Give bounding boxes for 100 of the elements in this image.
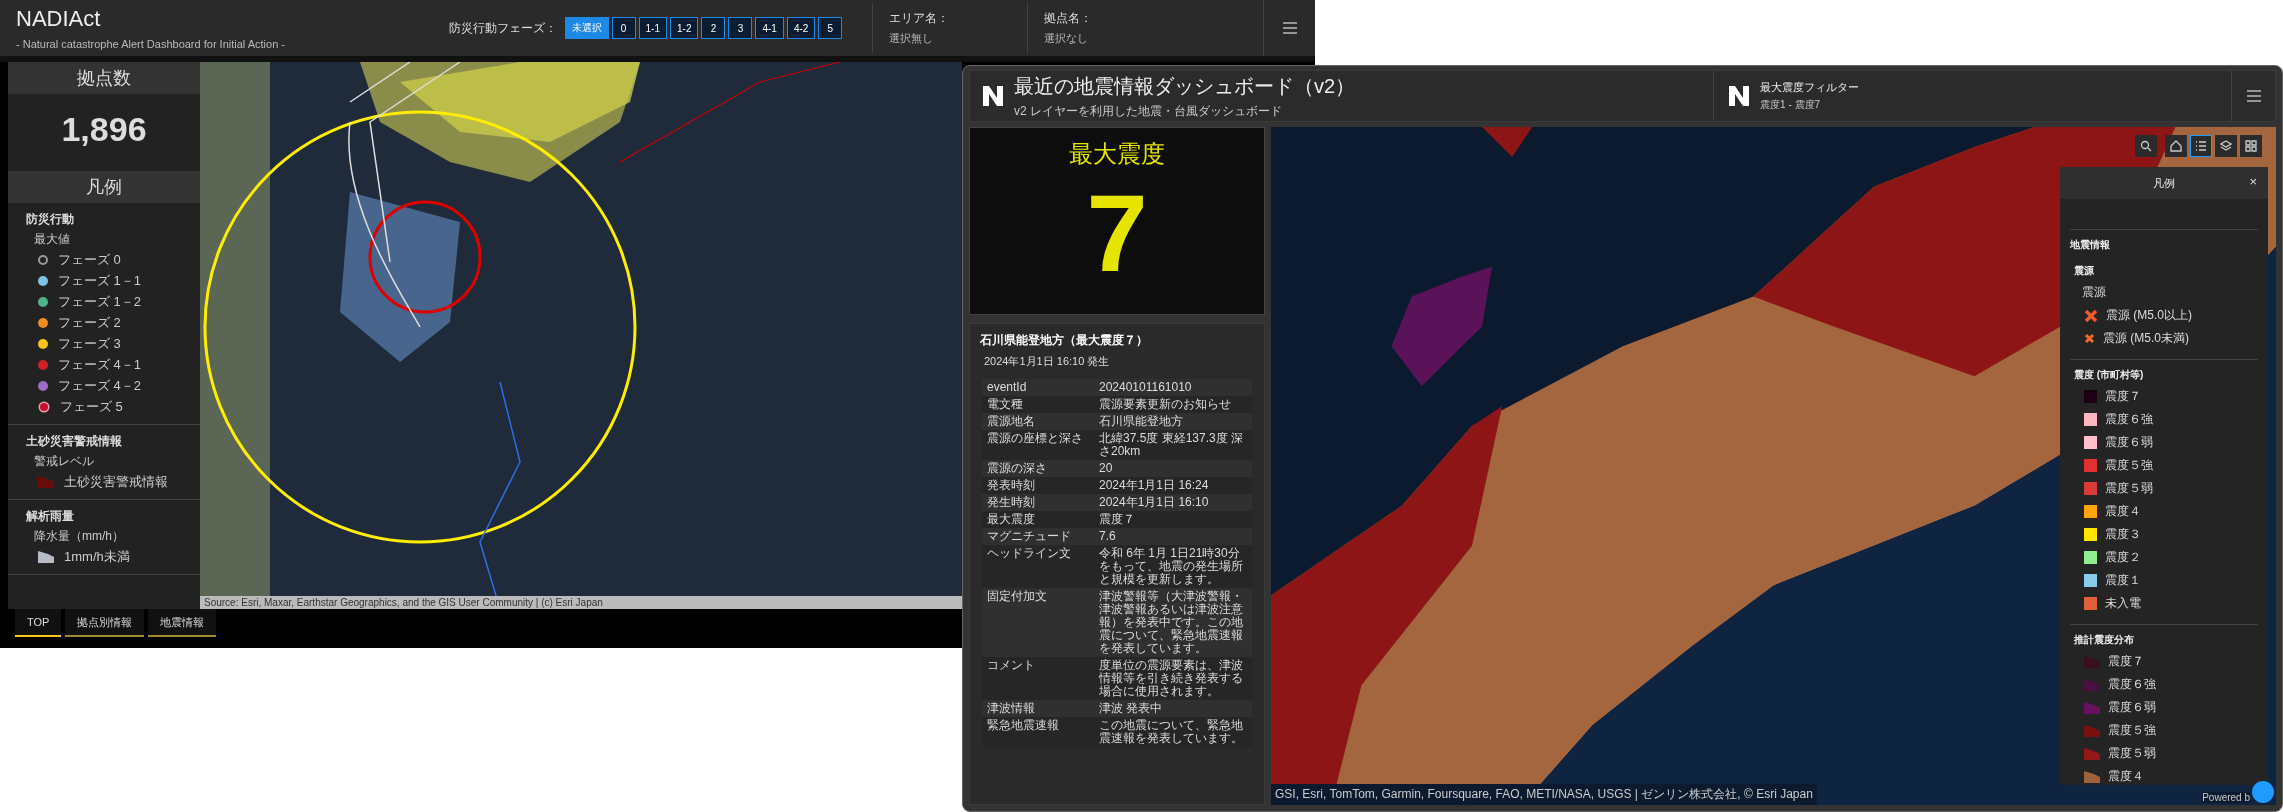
legend-label: 震度６強 — [2108, 676, 2156, 693]
phase-button[interactable]: 1-2 — [670, 17, 699, 39]
nav-tab[interactable]: TOP — [15, 609, 62, 637]
map-tool-button[interactable] — [2240, 135, 2262, 157]
area-label: エリア名： — [889, 10, 951, 27]
legend-label: 震度２ — [2105, 549, 2141, 566]
table-cell: 発表時刻 — [982, 477, 1094, 494]
nav-tab[interactable]: 地震情報 — [148, 609, 217, 637]
legend-label: 震度４ — [2108, 768, 2144, 785]
area-value: 選択無し — [889, 31, 935, 46]
table-cell: 度単位の震源要素は、津波情報等を引き続き発表する場合に使用されます。 — [1094, 657, 1252, 700]
map-attribution: Source: Esri, Maxar, Earthstar Geographics, and the GIS User Community | (c) Esri Japan — [200, 596, 962, 609]
legend-label: 震度５弱 — [2105, 480, 2153, 497]
logo-icon — [982, 84, 1004, 108]
legend-section-title: 防災行動 — [26, 211, 75, 228]
search-icon — [2140, 140, 2152, 152]
legend-subtitle: 震源 — [2081, 284, 2107, 301]
legend-section-title: 推計震度分布 — [2074, 633, 2135, 647]
menu-icon — [2245, 89, 2262, 103]
app-subtitle: - Natural catastrophe Alert Dashboard for Initial Action - — [16, 38, 287, 50]
table-cell: 震源の深さ — [982, 460, 1094, 477]
legend-label: 土砂災害警戒情報 — [64, 473, 168, 491]
legend-label: 震度６強 — [2105, 411, 2153, 428]
table-cell: 震源要素更新のお知らせ — [1094, 396, 1252, 413]
table-cell: 2024年1月1日 16:10 — [1094, 494, 1252, 511]
legend-label: フェーズ 3 — [58, 335, 121, 353]
table-cell: この地震について、緊急地震速報を発表しています。 — [1094, 717, 1252, 747]
legend-label: 震源 (M5.0以上) — [2106, 307, 2192, 324]
dashboard-title: 最近の地震情報ダッシュボード（v2） — [1014, 73, 1356, 99]
legend-label: フェーズ 1－1 — [58, 272, 142, 290]
phase-button[interactable]: 未選択 — [564, 17, 609, 39]
kpi-title: 拠点数 — [8, 62, 200, 94]
table-cell: 固定付加文 — [982, 588, 1094, 657]
table-cell: 令和 6年 1月 1日21時30分をもって、地震の発生場所と規模を更新します。 — [1094, 545, 1252, 588]
legend-label: フェーズ 4－1 — [58, 356, 142, 374]
legend-label: 震度１ — [2105, 572, 2141, 589]
legend-label: 1mm/h未満 — [64, 548, 130, 566]
legend-section-title: 震度 (市町村等) — [2074, 368, 2145, 382]
table-cell: ヘッドライン文 — [982, 545, 1094, 588]
intensity-value: 7 — [1086, 170, 1148, 296]
layers-icon — [2220, 140, 2232, 152]
legend-label: 未入電 — [2105, 595, 2141, 612]
legend-group-title: 地震情報 — [2070, 229, 2258, 256]
map-tool-button[interactable] — [2215, 135, 2237, 157]
phase-button[interactable]: 4-1 — [755, 17, 784, 39]
table-cell: 津波情報 — [982, 700, 1094, 717]
legend-subtitle: 降水量（mm/h） — [33, 528, 125, 545]
legend-label: 震度５弱 — [2108, 745, 2156, 762]
phase-button[interactable]: 2 — [701, 17, 726, 39]
legend-label: 震度６弱 — [2108, 699, 2156, 716]
table-cell: 震度７ — [1094, 511, 1252, 528]
legend-section-title: 震源 — [2074, 264, 2095, 278]
grid-icon — [2245, 140, 2257, 152]
phase-label: 防災行動フェーズ： — [448, 19, 557, 37]
intensity-title: 最大震度 — [1069, 139, 1165, 169]
nav-tab[interactable]: 拠点別情報 — [65, 609, 145, 637]
legend-label: 震度５強 — [2108, 722, 2156, 739]
table-cell: 津波警報等（大津波警報・津波警報あるいは津波注意報）を発表中です。この地震について、緊急地震速報を発表しています。 — [1094, 588, 1252, 657]
table-cell: 20 — [1094, 460, 1252, 477]
site-label: 拠点名： — [1044, 10, 1094, 27]
phase-button[interactable]: 4-2 — [786, 17, 816, 39]
table-cell: 震源の座標と深さ — [982, 430, 1094, 460]
event-title: 石川県能登地方（最大震度７） — [980, 332, 1149, 349]
legend-title: 凡例 — [8, 171, 200, 203]
table-cell: 震源地名 — [982, 413, 1094, 430]
map-tool-button[interactable] — [2135, 135, 2157, 157]
table-cell: マグニチュード — [982, 528, 1094, 545]
powered-by-text: Powered b — [2202, 792, 2250, 803]
site-value: 選択なし — [1044, 31, 1090, 46]
close-button[interactable]: × — [2246, 174, 2260, 189]
map-tool-button[interactable] — [2190, 135, 2212, 157]
table-cell: 緊急地震速報 — [982, 717, 1094, 747]
event-time: 2024年1月1日 16:10 発生 — [984, 354, 1111, 369]
table-cell: 津波 発表中 — [1094, 700, 1252, 717]
table-cell: 20240101161010 — [1094, 379, 1252, 396]
menu-icon — [1281, 21, 1298, 35]
legend-label: 震度４ — [2105, 503, 2141, 520]
legend-label: 震源 (M5.0未満) — [2103, 330, 2189, 347]
legend-label: フェーズ 2 — [58, 314, 121, 332]
table-cell: 7.6 — [1094, 528, 1252, 545]
table-cell: 最大震度 — [982, 511, 1094, 528]
map-tool-button[interactable] — [2165, 135, 2187, 157]
phase-button[interactable]: 1-1 — [638, 17, 667, 39]
legend-label: フェーズ 4－2 — [58, 377, 142, 395]
table-cell: 北緯37.5度 東経137.3度 深さ20km — [1094, 430, 1252, 460]
phase-button[interactable]: 0 — [611, 17, 636, 39]
table-cell: 2024年1月1日 16:24 — [1094, 477, 1252, 494]
dashboard-subtitle: v2 レイヤーを利用した地震・台風ダッシュボード — [1014, 102, 1283, 120]
phase-button[interactable]: 5 — [818, 17, 843, 39]
legend-label: 震度６弱 — [2105, 434, 2153, 451]
legend-label: 震度７ — [2105, 388, 2141, 405]
table-cell: コメント — [982, 657, 1094, 700]
legend-label: フェーズ 0 — [58, 251, 121, 269]
logo-icon — [1728, 84, 1751, 108]
table-cell: 石川県能登地方 — [1094, 413, 1252, 430]
filter-title: 最大震度フィルター — [1760, 80, 1860, 95]
list-icon — [2195, 140, 2207, 152]
table-cell: eventId — [982, 379, 1094, 396]
phase-button[interactable]: 3 — [728, 17, 753, 39]
legend-label: 震度５強 — [2105, 457, 2153, 474]
